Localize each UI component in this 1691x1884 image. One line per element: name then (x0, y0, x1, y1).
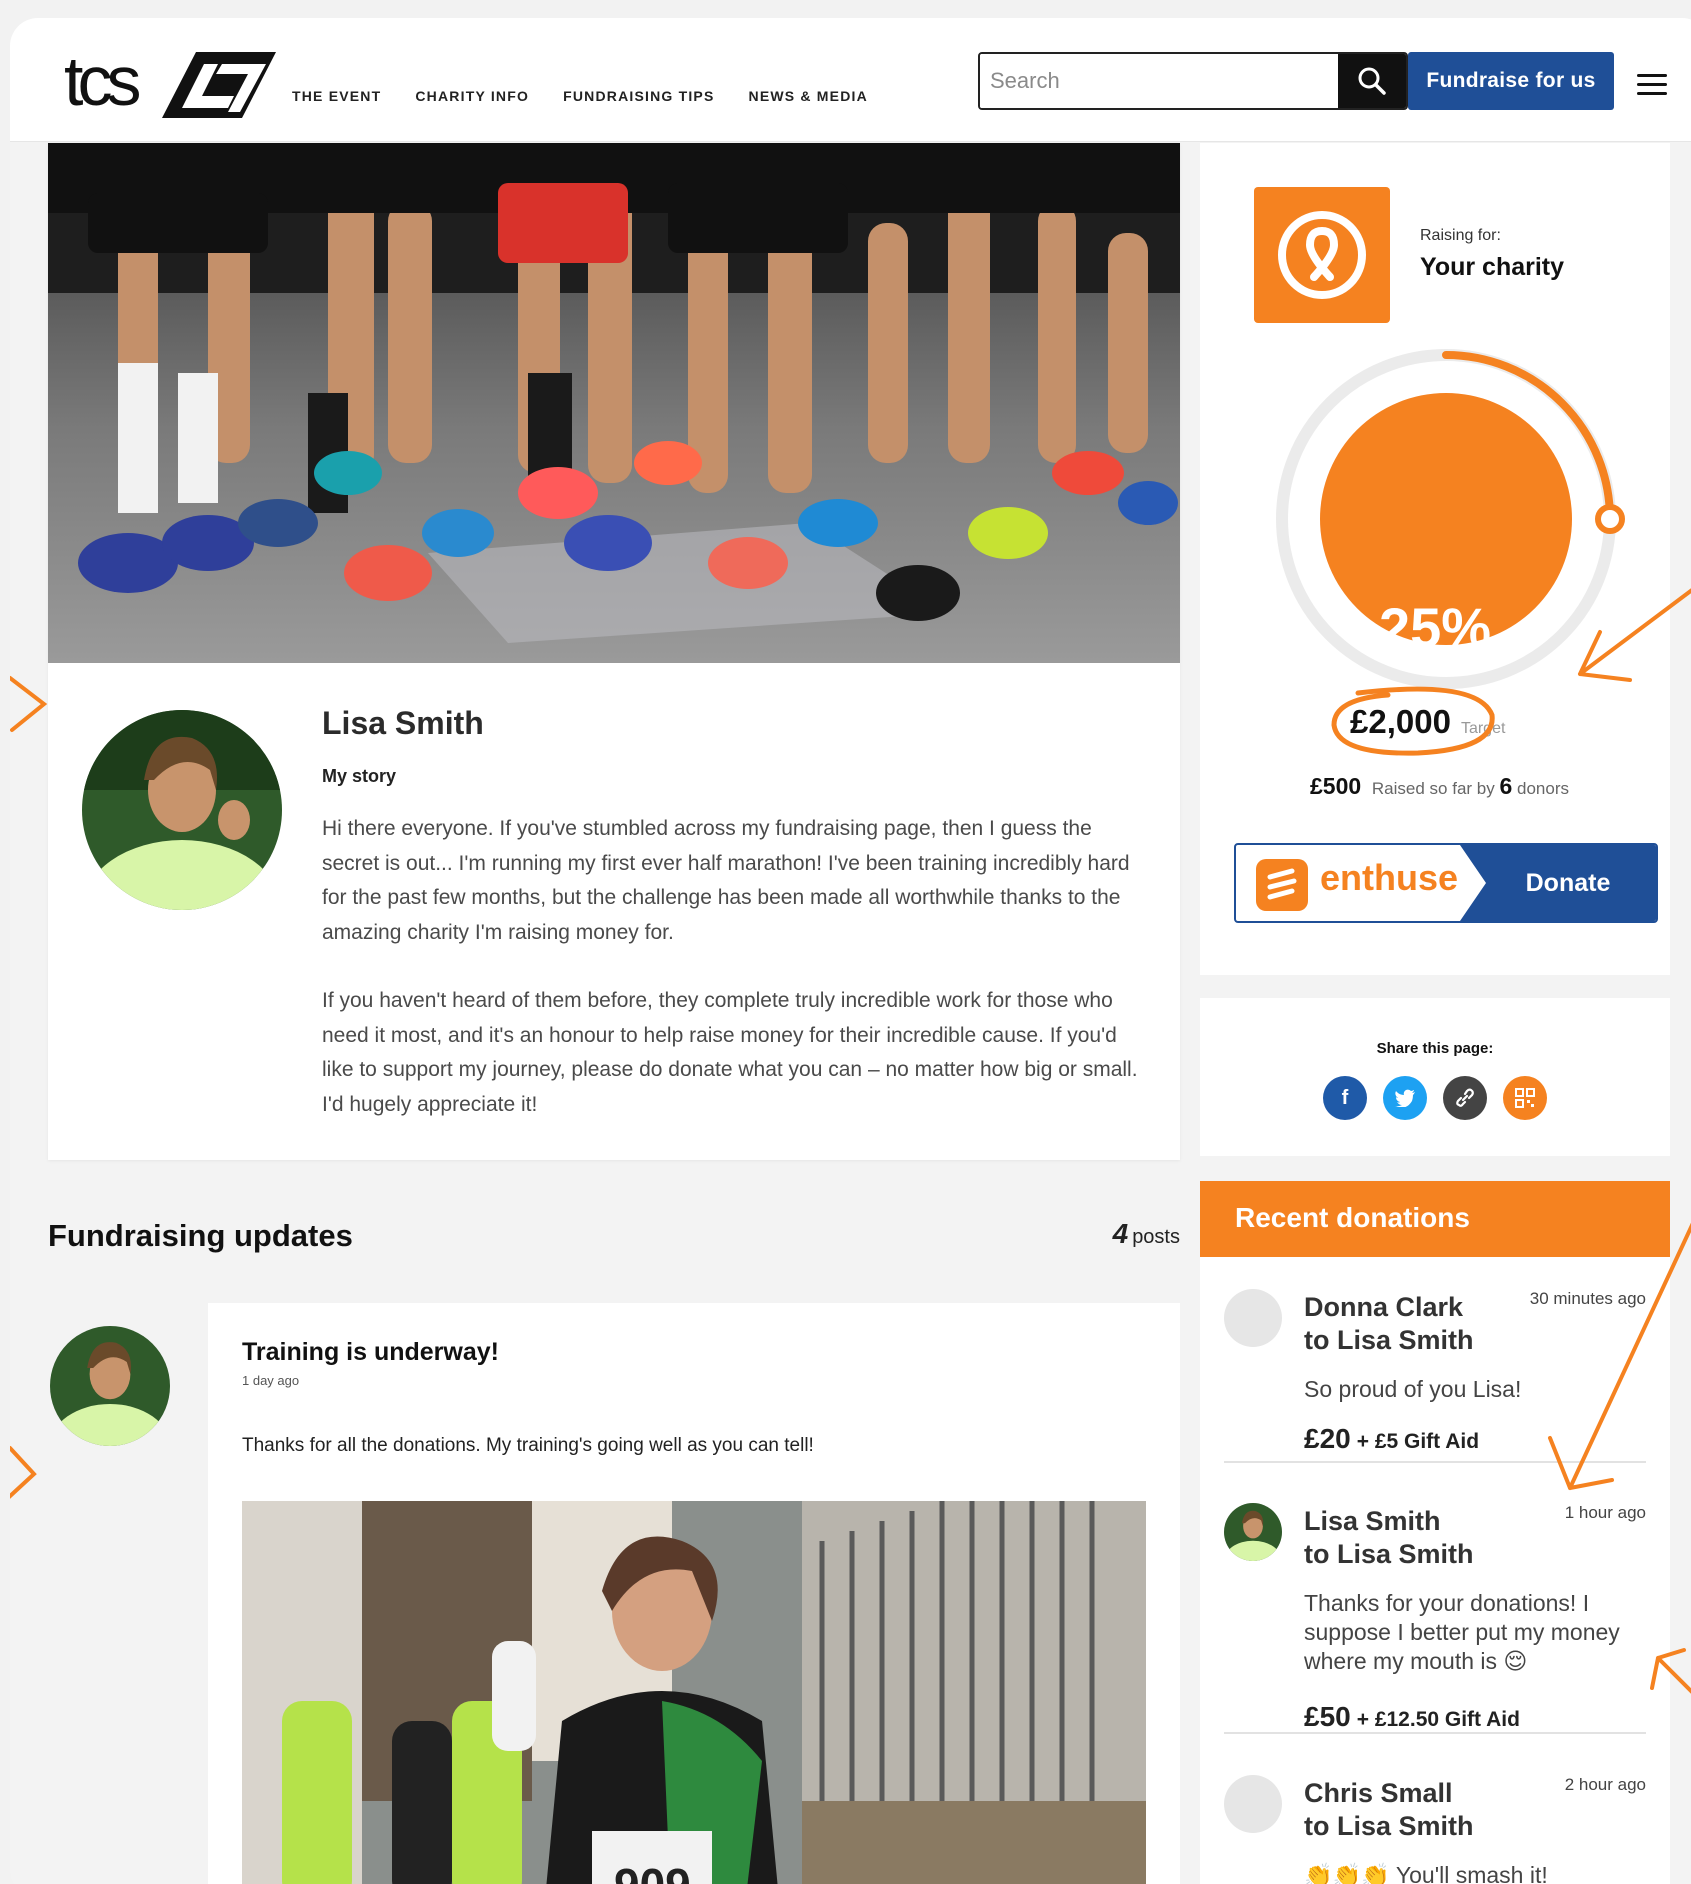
profile-card: Lisa Smith My story Hi there everyone. I… (48, 143, 1180, 1160)
link-icon[interactable] (1443, 1076, 1487, 1120)
donation-item: Chris Small to Lisa Smith 2 hour ago 👏👏👏… (1224, 1775, 1646, 1884)
fundraising-card: Raising for: Your charity 25% Funded £2,… (1200, 143, 1670, 975)
main-nav: THE EVENT CHARITY INFO FUNDRAISING TIPS … (292, 88, 868, 104)
donation-message: Thanks for your donations! I suppose I b… (1304, 1590, 1620, 1674)
donation-amount: £50 + £12.50 Gift Aid (1304, 1701, 1520, 1733)
hand-drawn-circle (1331, 686, 1495, 756)
search-box (978, 52, 1408, 110)
svg-text:909: 909 (614, 1859, 691, 1884)
gift-aid: + £12.50 Gift Aid (1356, 1708, 1520, 1731)
site-header: tcs THE EVENT CHARITY INFO FUNDRAISING T… (10, 18, 1691, 142)
marathon-logo-icon (162, 52, 276, 118)
donor-count: 6 (1499, 773, 1513, 799)
update-avatar (50, 1326, 170, 1446)
progress-knob (1595, 504, 1625, 534)
amount-value: £50 (1304, 1701, 1351, 1732)
annotation-arrow-icon (1650, 1648, 1691, 1694)
donor-name: Donna Clark (1304, 1292, 1464, 1322)
logo-text: tcs (64, 42, 141, 120)
donation-time: 2 hour ago (1564, 1775, 1646, 1794)
annotation-arrow-icon (10, 676, 48, 732)
ribbon-icon (1278, 211, 1366, 299)
search-icon (1358, 67, 1386, 95)
nav-news-media[interactable]: NEWS & MEDIA (749, 88, 868, 104)
donation-time: 1 hour ago (1564, 1503, 1646, 1522)
nav-the-event[interactable]: THE EVENT (292, 88, 381, 104)
donation-message: 👏👏👏 You'll smash it! (1304, 1862, 1548, 1884)
story-text: Hi there everyone. If you've stumbled ac… (322, 812, 1142, 1156)
search-input[interactable] (980, 54, 1338, 108)
donor-avatar (1224, 1503, 1282, 1561)
share-card: Share this page: f (1200, 998, 1670, 1156)
page-frame: tcs THE EVENT CHARITY INFO FUNDRAISING T… (10, 18, 1691, 1884)
update-body: Thanks for all the donations. My trainin… (242, 1435, 814, 1456)
charity-name: Your charity (1420, 253, 1565, 281)
charity-logo (1254, 187, 1390, 323)
search-button[interactable] (1338, 54, 1406, 108)
updates-title: Fundraising updates (48, 1218, 353, 1253)
annotation-arrow-icon (1548, 1222, 1691, 1490)
story-paragraph: Hi there everyone. If you've stumbled ac… (322, 817, 1130, 944)
raised-label: Raised so far by (1371, 779, 1495, 798)
annotation-arrow-icon (1578, 588, 1691, 682)
posts-count-number: 4 (1112, 1218, 1129, 1249)
update-title: Training is underway! (242, 1338, 499, 1366)
raising-for-label: Raising for: (1420, 227, 1501, 244)
gift-aid: + £5 Gift Aid (1356, 1430, 1480, 1453)
share-label: Share this page: (1376, 1040, 1494, 1057)
donate-widget[interactable]: enthuse Donate (1234, 843, 1658, 923)
qr-code-icon[interactable] (1503, 1076, 1547, 1120)
fundraise-for-us-button[interactable]: Fundraise for us (1408, 52, 1614, 110)
donation-recipient: to Lisa Smith (1304, 1325, 1474, 1355)
donation-recipient: to Lisa Smith (1304, 1811, 1474, 1841)
annotation-arrow-icon (10, 1446, 37, 1499)
donation-amount: £20 + £5 Gift Aid (1304, 1423, 1479, 1455)
runner-photo: 909 (242, 1501, 1146, 1884)
donors-label: donors (1517, 779, 1569, 798)
donation-item: Lisa Smith to Lisa Smith 1 hour ago Than… (1224, 1503, 1646, 1733)
hero-image (48, 143, 1180, 663)
profile-name: Lisa Smith (322, 705, 484, 741)
donor-name: Chris Small (1304, 1778, 1453, 1808)
twitter-icon[interactable] (1383, 1076, 1427, 1120)
menu-icon[interactable] (1637, 74, 1667, 96)
nav-fundraising-tips[interactable]: FUNDRAISING TIPS (563, 88, 714, 104)
donor-avatar (1224, 1289, 1282, 1347)
raised-summary: £500 Raised so far by 6 donors (1310, 773, 1569, 800)
donation-divider (1224, 1732, 1646, 1734)
enthuse-logo-icon (1256, 859, 1308, 911)
share-icons: f (1200, 1076, 1670, 1120)
facebook-icon[interactable]: f (1323, 1076, 1367, 1120)
story-paragraph: If you haven't heard of them before, the… (322, 989, 1138, 1116)
donation-recipient: to Lisa Smith (1304, 1539, 1474, 1569)
donor-name: Lisa Smith (1304, 1506, 1441, 1536)
update-time: 1 day ago (242, 1373, 300, 1388)
donor-avatar (1224, 1775, 1282, 1833)
story-label: My story (322, 766, 397, 786)
posts-count-label: posts (1132, 1226, 1180, 1248)
amount-value: £20 (1304, 1423, 1351, 1454)
profile-avatar (82, 710, 282, 910)
nav-charity-info[interactable]: CHARITY INFO (415, 88, 529, 104)
update-post: Training is underway! 1 day ago Thanks f… (208, 1303, 1180, 1884)
site-logo[interactable]: tcs (64, 46, 280, 120)
donate-button[interactable]: Donate (1460, 845, 1656, 921)
runners-photo (48, 143, 1180, 663)
raised-amount: £500 (1310, 773, 1362, 799)
update-image: 909 (242, 1501, 1146, 1884)
posts-count: 4 posts (1113, 1218, 1180, 1250)
enthuse-brand: enthuse (1320, 857, 1459, 898)
